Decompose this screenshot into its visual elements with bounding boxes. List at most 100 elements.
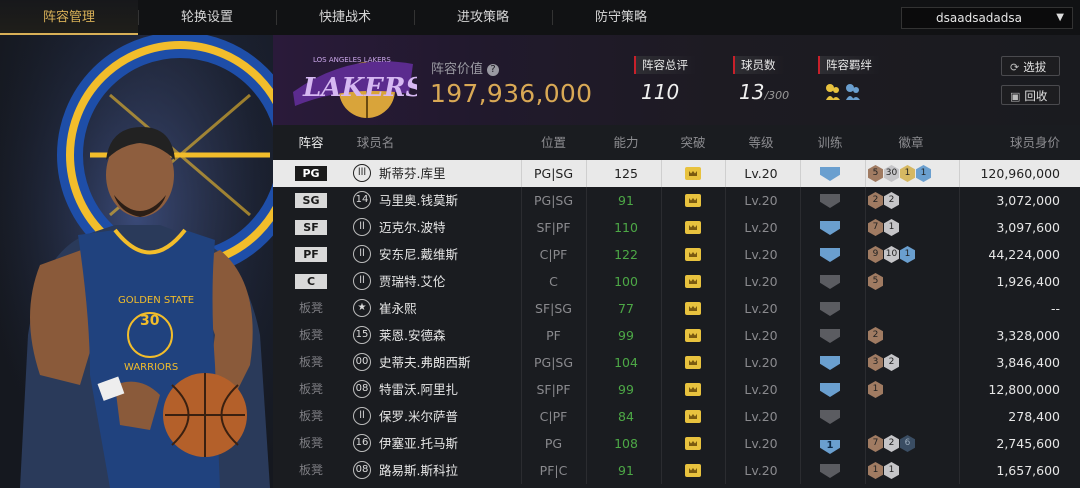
breakthrough-cell[interactable] [663, 214, 723, 241]
position-slot-badge[interactable]: C [295, 274, 327, 289]
divider [959, 430, 960, 457]
badge-list[interactable]: 32 [868, 354, 900, 371]
tab-lineup-management[interactable]: 阵容管理 [0, 0, 138, 35]
badge-list[interactable]: 22 [868, 192, 900, 209]
breakthrough-cell[interactable] [663, 349, 723, 376]
position-slot-badge[interactable]: SG [295, 193, 327, 208]
table-row[interactable]: 板凳 ★ 崔永熙 SF|SG 77 Lv.20 -- [273, 295, 1080, 322]
col-player-value[interactable]: 球员身价 [1000, 127, 1070, 159]
divider [959, 268, 960, 295]
breakthrough-cell[interactable] [663, 187, 723, 214]
training-cell[interactable] [800, 457, 860, 484]
training-cell[interactable]: 1 [800, 430, 860, 457]
table-row[interactable]: 板凳 15 莱恩.安德森 PF 99 Lv.20 2 3,328,000 [273, 322, 1080, 349]
help-icon[interactable]: ? [487, 64, 500, 76]
divider [521, 457, 522, 484]
breakthrough-cell[interactable] [663, 241, 723, 268]
col-player-name[interactable]: 球员名 [353, 127, 398, 159]
breakthrough-cell[interactable] [663, 430, 723, 457]
crown-icon [685, 275, 701, 288]
player-name[interactable]: 伊塞亚.托马斯 [379, 430, 458, 457]
player-name[interactable]: 贾瑞特.艾伦 [379, 268, 445, 295]
select-button[interactable]: ⟳ 选拔 [1001, 56, 1060, 76]
tab-offense-strategy[interactable]: 进攻策略 [414, 0, 552, 35]
player-name[interactable]: 崔永熙 [379, 295, 417, 322]
table-row[interactable]: SG 14 马里奥.钱莫斯 PG|SG 91 Lv.20 2 2 3,072,000 [273, 187, 1080, 214]
training-cell[interactable] [800, 160, 860, 187]
col-position[interactable]: 位置 [521, 127, 586, 159]
player-name[interactable]: 斯蒂芬.库里 [379, 160, 445, 187]
badge-list[interactable]: 5 30 1 1 [868, 165, 932, 182]
divider [521, 268, 522, 295]
col-badges[interactable]: 徽章 [871, 127, 951, 159]
col-lineup[interactable]: 阵容 [281, 127, 341, 159]
badge-list[interactable]: 9 10 1 [868, 246, 916, 263]
player-rating: 104 [614, 355, 638, 370]
breakthrough-cell[interactable] [663, 322, 723, 349]
col-rating[interactable]: 能力 [596, 127, 656, 159]
player-rating: 99 [618, 382, 634, 397]
training-cell[interactable] [800, 241, 860, 268]
player-rating: 77 [618, 301, 634, 316]
table-row[interactable]: PF ll 安东尼.戴维斯 C|PF 122 Lv.20 9 10 1 44,224,000 [273, 241, 1080, 268]
badge-list[interactable]: 5 [868, 273, 884, 290]
player-name[interactable]: 路易斯.斯科拉 [379, 457, 458, 484]
breakthrough-cell[interactable] [663, 457, 723, 484]
player-name[interactable]: 马里奥.钱莫斯 [379, 187, 458, 214]
table-row[interactable]: 板凳 16 伊塞亚.托马斯 PG 108 Lv.20 1 7 2 6 2,745,600 [273, 430, 1080, 457]
divider [586, 160, 587, 187]
badge-list[interactable]: 11 [868, 462, 900, 479]
player-value: 44,224,000 [988, 247, 1060, 262]
breakthrough-cell[interactable] [663, 268, 723, 295]
chemistry-icons[interactable] [824, 82, 864, 106]
user-dropdown[interactable]: dsaadsadadsa ▼ [901, 7, 1073, 29]
tab-rotation-settings[interactable]: 轮换设置 [138, 0, 276, 35]
training-cell[interactable] [800, 295, 860, 322]
position-slot-badge[interactable]: PF [295, 247, 327, 262]
col-level[interactable]: 等级 [731, 127, 791, 159]
badge-hex-icon: 7 [868, 435, 883, 452]
player-count-value: 13/300 [739, 80, 790, 104]
col-training[interactable]: 训练 [800, 127, 860, 159]
training-cell[interactable] [800, 187, 860, 214]
player-name[interactable]: 迈克尔.波特 [379, 214, 445, 241]
table-row[interactable]: 板凳 ll 保罗.米尔萨普 C|PF 84 Lv.20 278,400 [273, 403, 1080, 430]
player-name[interactable]: 史蒂夫.弗朗西斯 [379, 349, 470, 376]
badge-list[interactable]: 1 [868, 381, 884, 398]
table-row[interactable]: Cll 贾瑞特.艾伦 C 100 Lv.20 5 1,926,400 [273, 268, 1080, 295]
breakthrough-cell[interactable] [663, 376, 723, 403]
badge-list[interactable]: 2 [868, 327, 884, 344]
overall-rating-label: 阵容总评 [634, 56, 696, 74]
divider [865, 187, 866, 214]
divider [521, 214, 522, 241]
player-name[interactable]: 安东尼.戴维斯 [379, 241, 458, 268]
divider [586, 295, 587, 322]
badge-list[interactable]: 71 [868, 219, 900, 236]
training-cell[interactable] [800, 214, 860, 241]
recycle-button[interactable]: ▣ 回收 [1001, 85, 1060, 105]
player-name[interactable]: 特雷沃.阿里扎 [379, 376, 458, 403]
badge-hex-icon: 1 [916, 165, 931, 182]
col-breakthrough[interactable]: 突破 [663, 127, 723, 159]
training-cell[interactable] [800, 376, 860, 403]
training-cell[interactable] [800, 322, 860, 349]
position-slot-badge[interactable]: SF [295, 220, 327, 235]
table-row[interactable]: 板凳 08 特雷沃.阿里扎 SF|PF 99 Lv.20 1 12,800,000 [273, 376, 1080, 403]
table-row[interactable]: SF ll 迈克尔.波特 SF|PF 110 Lv.20 7 1 3,097,600 [273, 214, 1080, 241]
breakthrough-cell[interactable] [663, 403, 723, 430]
breakthrough-cell[interactable] [663, 160, 723, 187]
table-row[interactable]: 板凳 08 路易斯.斯科拉 PF|C 91 Lv.20 1 1 1,657,600 [273, 457, 1080, 484]
training-cell[interactable] [800, 349, 860, 376]
breakthrough-cell[interactable] [663, 295, 723, 322]
training-cell[interactable] [800, 403, 860, 430]
tab-quick-tactics[interactable]: 快捷战术 [276, 0, 414, 35]
position-slot-badge[interactable]: PG [295, 166, 327, 181]
table-row[interactable]: PG lll 斯蒂芬.库里 PG|SG 125 Lv.20 5 30 1 1 120,960,000 [273, 160, 1080, 187]
player-portrait-image: GOLDEN STATE 30 WARRIORS [0, 35, 273, 488]
player-name[interactable]: 莱恩.安德森 [379, 322, 445, 349]
tab-defense-strategy[interactable]: 防守策略 [552, 0, 690, 35]
player-name[interactable]: 保罗.米尔萨普 [379, 403, 458, 430]
training-cell[interactable] [800, 268, 860, 295]
badge-list[interactable]: 726 [868, 435, 916, 452]
table-row[interactable]: 板凳 00 史蒂夫.弗朗西斯 PG|SG 104 Lv.20 3 2 3,846,400 [273, 349, 1080, 376]
